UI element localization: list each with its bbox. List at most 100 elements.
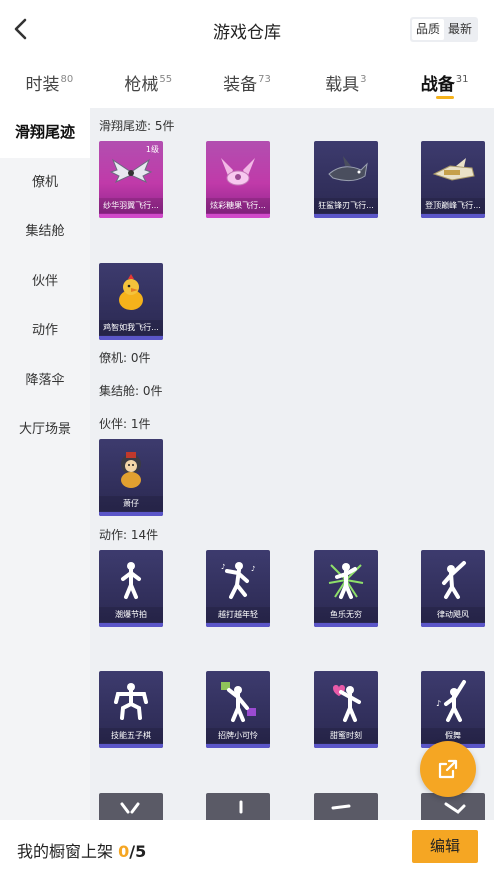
dance-figure-icon: ♪ [421, 671, 485, 731]
item-label: 潮爆节拍 [99, 607, 163, 622]
peak-glider-icon [421, 141, 485, 201]
item-label: 鱼乐无穷 [314, 607, 378, 622]
tab-count: 80 [60, 74, 74, 85]
item-card[interactable]: 鸡智如我飞行... [99, 263, 163, 340]
item-card[interactable]: ♪ 假舞 [421, 671, 485, 748]
quality-bar [99, 336, 163, 340]
showcase-bar: 我的橱窗上架 0/5 编辑 [0, 820, 494, 875]
tab-label: 枪械 [124, 75, 159, 95]
dance-figure-icon [206, 671, 270, 731]
dance-figure-icon [421, 793, 485, 820]
section-title-partner: 伙伴: 1件 [99, 417, 151, 431]
candy-glider-icon [206, 141, 270, 201]
dance-figure-icon [421, 550, 485, 610]
item-label: 技能五子棋 [99, 728, 163, 743]
sidebar-item-partner[interactable]: 伙伴 [0, 257, 90, 307]
item-label: 鸡智如我飞行... [99, 320, 163, 335]
dance-figure-icon [206, 793, 270, 820]
item-card[interactable]: 1级 纱华羽翼飞行... [99, 141, 163, 218]
sidebar-item-emote[interactable]: 动作 [0, 306, 90, 356]
item-label: 狂鲨锋刃飞行... [314, 198, 378, 213]
showcase-current-count: 0 [118, 842, 130, 861]
tab-label: 装备 [223, 75, 258, 95]
item-card[interactable]: 律动飓风 [421, 550, 485, 627]
dance-figure-icon [99, 671, 163, 731]
external-link-icon [438, 759, 458, 779]
tab-count: 3 [360, 74, 367, 85]
dance-figure-icon [99, 550, 163, 610]
item-card[interactable]: 登顶巅峰飞行... [421, 141, 485, 218]
tab-indicator [435, 96, 454, 99]
sidebar-item-wingman[interactable]: 僚机 [0, 158, 90, 208]
sort-toggle: 品质 最新 [409, 17, 478, 42]
item-grid: 滑翔尾迹: 5件 1级 纱华羽翼飞行... 炫彩糖果飞行... 狂鲨锋刃飞行..… [90, 108, 494, 820]
sidebar: 滑翔尾迹 僚机 集结舱 伙伴 动作 降落伞 大厅场景 [0, 108, 90, 875]
tab-fashion[interactable]: 时装80 [0, 58, 99, 108]
sidebar-item-parachute[interactable]: 降落伞 [0, 356, 90, 406]
dance-figure-icon [314, 793, 378, 820]
showcase-label: 我的橱窗上架 [17, 842, 114, 861]
chicken-glider-icon [99, 263, 163, 323]
tab-equipment[interactable]: 装备73 [198, 58, 297, 108]
item-card[interactable] [206, 793, 270, 820]
quality-bar [314, 214, 378, 218]
item-label: 律动飓风 [421, 607, 485, 622]
quality-bar [206, 623, 270, 627]
quality-bar [99, 214, 163, 218]
section-title-glide: 滑翔尾迹: 5件 [99, 119, 175, 133]
item-card[interactable]: 潮爆节拍 [99, 550, 163, 627]
item-card[interactable]: 鱼乐无穷 [314, 550, 378, 627]
item-card[interactable]: 甜蜜时刻 [314, 671, 378, 748]
svg-text:♪: ♪ [251, 565, 255, 573]
item-level: 1级 [145, 145, 159, 154]
tab-vehicles[interactable]: 载具3 [296, 58, 395, 108]
dance-figure-icon [314, 550, 378, 610]
quality-bar [421, 214, 485, 218]
shark-glider-icon [314, 141, 378, 201]
item-label: 越打越年轻 [206, 607, 270, 622]
tab-count: 55 [159, 74, 173, 85]
item-card[interactable]: 狂鲨锋刃飞行... [314, 141, 378, 218]
header: 游戏仓库 品质 最新 [0, 0, 494, 58]
edit-button[interactable]: 编辑 [412, 830, 478, 863]
quality-bar [314, 623, 378, 627]
tab-label: 载具 [325, 75, 360, 95]
quality-bar [206, 744, 270, 748]
share-button[interactable] [420, 741, 476, 797]
section-title-pod: 集结舱: 0件 [99, 384, 163, 398]
quality-bar [99, 744, 163, 748]
item-card[interactable] [314, 793, 378, 820]
sidebar-item-assembly-pod[interactable]: 集结舱 [0, 207, 90, 257]
partner-character-icon [99, 439, 163, 499]
section-title-wingman: 僚机: 0件 [99, 351, 151, 365]
item-label: 炫彩糖果飞行... [206, 198, 270, 213]
item-card[interactable]: 技能五子棋 [99, 671, 163, 748]
tab-combat-prep[interactable]: 战备31 [395, 58, 494, 108]
quality-bar [99, 512, 163, 516]
category-tabs: 时装80 枪械55 装备73 载具3 战备31 [0, 58, 494, 108]
item-card[interactable]: 萧仔 [99, 439, 163, 516]
sort-quality-button[interactable]: 品质 [411, 19, 444, 40]
quality-bar [421, 623, 485, 627]
sidebar-item-lobby-scene[interactable]: 大厅场景 [0, 405, 90, 455]
showcase-total-count: /5 [129, 842, 147, 861]
item-card[interactable]: 炫彩糖果飞行... [206, 141, 270, 218]
tab-label: 时装 [25, 75, 60, 95]
item-card[interactable]: 招牌小可怜 [206, 671, 270, 748]
item-card[interactable] [99, 793, 163, 820]
tab-count: 73 [258, 74, 271, 85]
item-label: 纱华羽翼飞行... [99, 198, 163, 213]
dance-figure-icon [314, 671, 378, 731]
item-label: 招牌小可怜 [206, 728, 270, 743]
sidebar-item-glide-trail[interactable]: 滑翔尾迹 [0, 108, 90, 158]
item-label: 登顶巅峰飞行... [421, 198, 485, 213]
tab-guns[interactable]: 枪械55 [99, 58, 198, 108]
item-label: 萧仔 [99, 496, 163, 511]
svg-text:♪: ♪ [221, 563, 225, 571]
item-card[interactable] [421, 793, 485, 820]
section-title-emote: 动作: 14件 [99, 528, 159, 542]
sort-newest-button[interactable]: 最新 [444, 19, 476, 40]
item-card[interactable]: ♪ ♪ 越打越年轻 [206, 550, 270, 627]
svg-text:♪: ♪ [436, 699, 441, 708]
dance-figure-icon [99, 793, 163, 820]
